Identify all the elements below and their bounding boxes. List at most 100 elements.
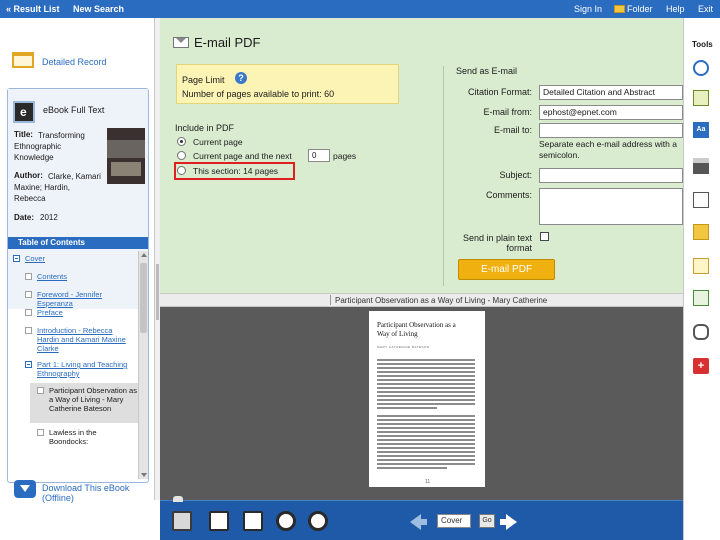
book-date: 2012 (40, 213, 58, 222)
zoom-out-icon[interactable] (276, 511, 296, 531)
toc-collapse-icon[interactable] (25, 361, 32, 368)
folder-icon (614, 5, 625, 13)
toc-collapse-icon[interactable] (13, 255, 20, 262)
toc-checkbox[interactable] (25, 291, 32, 298)
table-of-contents: Cover Contents Foreword - Jennifer Esper… (8, 251, 138, 479)
option-current-and-next-label: Current page and the next (193, 151, 292, 161)
download-icon[interactable] (14, 480, 36, 498)
toc-checkbox[interactable] (25, 327, 32, 334)
tools-panel: Tools Aa + (683, 18, 720, 540)
print-preview-icon[interactable] (693, 90, 709, 106)
folder-label: Folder (627, 4, 653, 14)
email-from-label: E-mail from: (483, 107, 532, 117)
toc-item-cover[interactable]: Cover (25, 254, 45, 263)
toc-item-preface[interactable]: Preface (37, 308, 63, 317)
date-label: Date: (14, 213, 35, 222)
folder-link[interactable]: Folder (614, 4, 653, 14)
tools-label: Tools (692, 40, 713, 49)
pages-suffix-label: pages (333, 151, 357, 161)
document-section-bar: Participant Observation as a Way of Livi… (160, 293, 683, 307)
plain-text-checkbox[interactable] (540, 232, 549, 241)
document-icon[interactable] (12, 52, 34, 68)
page-byline: MARY CATHERINE BATESON (377, 345, 430, 349)
print-icon[interactable] (693, 158, 709, 174)
toc-item-part-1[interactable]: Part 1: Living and Teaching Ethnography (37, 360, 137, 378)
fit-page-icon[interactable] (243, 511, 263, 531)
go-button[interactable]: Go (479, 514, 495, 528)
radio-current-and-next[interactable] (177, 151, 186, 160)
scroll-thumb[interactable] (140, 263, 147, 333)
new-search-link[interactable]: New Search (73, 4, 124, 14)
toc-item-foreword[interactable]: Foreword - Jennifer Esperanza (37, 290, 137, 308)
radio-current-page[interactable] (177, 137, 186, 146)
download-ebook-link[interactable]: Download This eBook (Offline) (42, 483, 142, 503)
plain-text-label: Send in plain text format (462, 233, 532, 253)
next-arrow-icon[interactable] (500, 514, 517, 530)
page-title: Participant Observation as a Way of Livi… (377, 321, 456, 338)
exit-link[interactable]: Exit (698, 4, 713, 14)
toc-checkbox[interactable] (25, 309, 32, 316)
toc-scrollbar[interactable] (138, 251, 148, 479)
subject-input[interactable] (539, 168, 683, 183)
result-list-link[interactable]: « Result List (6, 4, 60, 14)
ebook-card: eBook Full Text Title: Transforming Ethn… (7, 88, 149, 483)
zoom-in-icon[interactable] (308, 511, 328, 531)
include-in-pdf-label: Include in PDF (175, 123, 235, 133)
left-panel: Detailed Record eBook Full Text Title: T… (0, 18, 157, 540)
page-limit-label: Page Limit (182, 75, 225, 85)
help-link[interactable]: Help (666, 4, 685, 14)
email-pdf-title: E-mail PDF (194, 35, 261, 50)
book-title: Transforming Ethnographic Knowledge (14, 131, 85, 162)
sign-in-link[interactable]: Sign In (574, 4, 602, 14)
comments-textarea[interactable] (539, 188, 683, 225)
toc-item-participant-observation[interactable]: Participant Observation as a Way of Livi… (49, 386, 137, 413)
scroll-down-icon[interactable] (141, 473, 147, 477)
top-bar: « Result List New Search Sign In Folder … (0, 0, 720, 18)
share-icon[interactable]: + (693, 358, 709, 374)
email-to-label: E-mail to: (493, 125, 532, 135)
toc-item-contents[interactable]: Contents (37, 272, 67, 281)
page-number: 11 (425, 479, 431, 485)
email-pdf-button[interactable]: E-mail PDF (458, 259, 555, 280)
cite-icon[interactable] (693, 258, 709, 274)
page-limit-box: Page Limit ? Number of pages available t… (176, 64, 399, 104)
email-from-input[interactable]: ephost@epnet.com (539, 105, 683, 120)
toc-item-lawless[interactable]: Lawless in the Boondocks: (49, 428, 129, 446)
email-icon[interactable] (693, 192, 709, 208)
collapse-tab[interactable] (173, 496, 183, 502)
toc-checkbox[interactable] (37, 429, 44, 436)
fit-width-icon[interactable] (209, 511, 229, 531)
permalink-icon[interactable] (693, 324, 709, 340)
document-viewer[interactable]: Participant Observation as a Way of Livi… (160, 307, 683, 500)
dictionary-icon[interactable]: Aa (693, 122, 709, 138)
option-current-page-label: Current page (193, 137, 243, 147)
email-pdf-panel: E-mail PDF Page Limit ? Number of pages … (160, 18, 683, 293)
fullscreen-icon[interactable] (172, 511, 192, 531)
toc-checkbox[interactable] (25, 273, 32, 280)
help-icon[interactable]: ? (235, 72, 247, 84)
prev-arrow-icon[interactable] (410, 514, 427, 530)
email-to-hint: Separate each e-mail address with a semi… (539, 139, 677, 160)
scroll-up-icon[interactable] (141, 253, 147, 257)
search-icon[interactable] (693, 60, 709, 76)
page-nav-input[interactable]: Cover (437, 514, 471, 528)
save-folder-icon[interactable] (693, 224, 709, 240)
book-cover-thumbnail (107, 128, 145, 184)
toc-checkbox[interactable] (37, 387, 44, 394)
comments-label: Comments: (485, 190, 532, 200)
ebook-icon[interactable] (13, 101, 35, 123)
next-pages-input[interactable]: 0 (308, 149, 330, 162)
panel-divider (443, 66, 444, 286)
document-page: Participant Observation as a Way of Livi… (369, 311, 485, 487)
toc-item-introduction[interactable]: Introduction - Rebecca Hardin and Kamari… (37, 326, 135, 353)
mail-icon (173, 37, 189, 48)
ebook-full-text-link[interactable]: eBook Full Text (43, 105, 104, 115)
email-to-input[interactable] (539, 123, 683, 138)
detailed-record-link[interactable]: Detailed Record (42, 57, 107, 67)
send-as-email-label: Send as E-mail (456, 66, 518, 76)
citation-format-label: Citation Format: (467, 87, 532, 97)
citation-format-select[interactable]: Detailed Citation and Abstract (539, 85, 683, 100)
page-limit-text: Number of pages available to print: 60 (182, 89, 335, 99)
export-icon[interactable] (693, 290, 709, 306)
splitter-grip[interactable] (156, 264, 159, 320)
